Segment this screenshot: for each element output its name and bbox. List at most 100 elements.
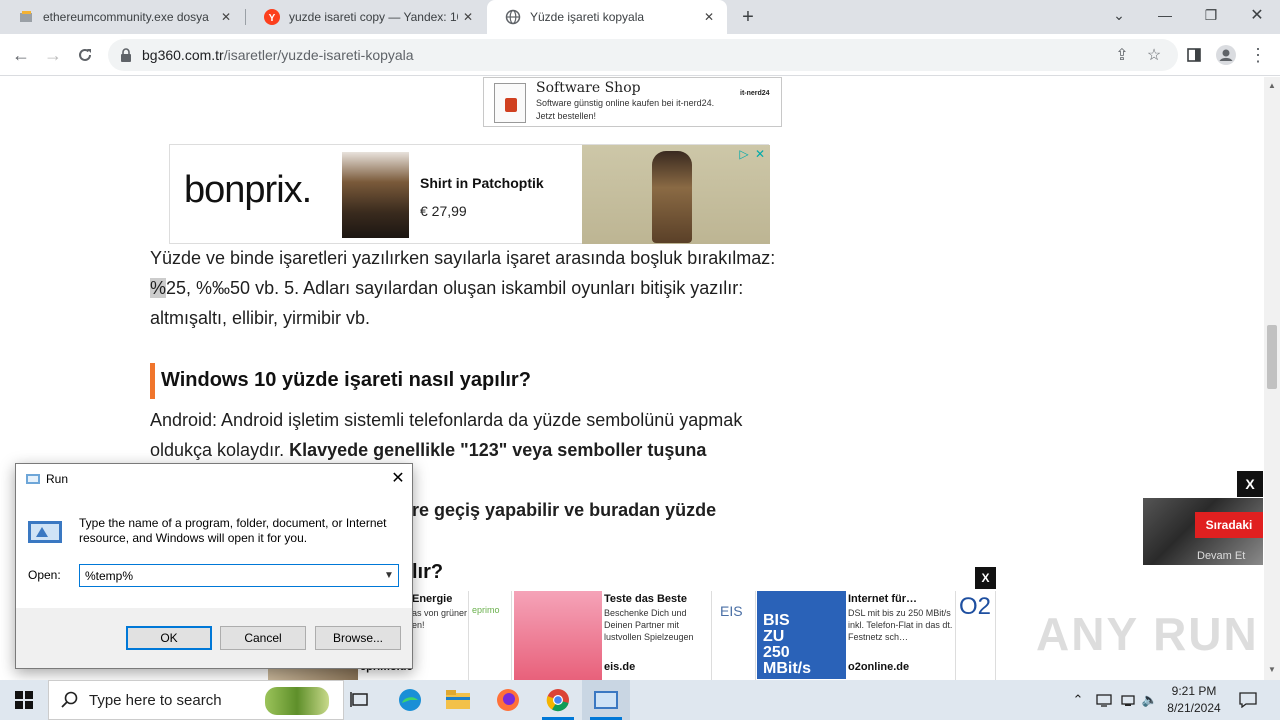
ad-o2-logo[interactable]: O2 bbox=[955, 591, 996, 680]
svg-text:Y: Y bbox=[269, 13, 276, 24]
address-bar[interactable]: bg360.com.tr/isaretler/yuzde-isareti-kop… bbox=[108, 39, 1178, 71]
video-player[interactable]: Sıradaki Devam Et bbox=[1143, 498, 1263, 565]
restore-button[interactable]: ❐ bbox=[1188, 0, 1234, 30]
task-view-button[interactable] bbox=[336, 680, 384, 720]
search-highlight-image bbox=[265, 687, 329, 715]
ad-bonprix[interactable]: bonprix. Shirt in Patchoptik € 27,99 ▷ ✕ bbox=[169, 144, 770, 244]
file-explorer-button[interactable] bbox=[434, 680, 482, 720]
run-title: Run bbox=[46, 472, 69, 486]
chrome-button[interactable] bbox=[534, 680, 582, 720]
bookmark-star-icon[interactable]: ☆ bbox=[1144, 45, 1164, 65]
minimize-button[interactable]: — bbox=[1142, 0, 1188, 30]
chrome-icon bbox=[546, 689, 569, 712]
firefox-icon bbox=[497, 689, 519, 711]
eis-logo: EIS bbox=[720, 603, 743, 619]
back-button[interactable]: ← bbox=[6, 40, 36, 70]
browser-toolbar: ← → bg360.com.tr/isaretler/yuzde-isareti… bbox=[0, 34, 1280, 76]
taskbar-search[interactable]: Type here to search bbox=[48, 680, 344, 720]
new-tab-button[interactable]: + bbox=[736, 5, 760, 29]
ok-button[interactable]: OK bbox=[126, 626, 212, 650]
open-input[interactable] bbox=[79, 564, 399, 587]
clock-time: 9:21 PM bbox=[1171, 684, 1217, 698]
open-label: Open: bbox=[28, 568, 61, 582]
close-tab-icon[interactable]: ✕ bbox=[458, 7, 478, 27]
profile-avatar-icon[interactable] bbox=[1213, 42, 1239, 68]
ad-image: BIS ZU 250 MBit/s bbox=[757, 591, 846, 679]
cancel-button[interactable]: Cancel bbox=[220, 626, 306, 650]
next-video-label: Sıradaki bbox=[1195, 512, 1263, 538]
ad-text: as von grüner en! bbox=[412, 608, 468, 630]
run-app-icon bbox=[26, 474, 40, 484]
section-heading-partial: lır? bbox=[412, 561, 444, 583]
bonprix-logo: bonprix. bbox=[184, 169, 312, 211]
continue-label: Devam Et bbox=[1197, 550, 1246, 562]
dropdown-arrow-icon[interactable]: ▼ bbox=[380, 565, 398, 586]
ad-image bbox=[514, 591, 602, 680]
close-window-button[interactable]: ✕ bbox=[1234, 0, 1280, 30]
software-box-image bbox=[494, 83, 526, 123]
paragraph-text: 25, %‰50 vb. 5. Adları sayılardan oluşan… bbox=[150, 278, 744, 328]
paragraph-text: Yüzde ve binde işaretleri yazılırken say… bbox=[150, 248, 776, 268]
ad-logo: it-nerd24 bbox=[740, 90, 770, 97]
url-host: bg360.com.tr bbox=[142, 47, 224, 63]
bottom-ad-close-button[interactable]: X bbox=[975, 567, 996, 589]
task-view-icon bbox=[350, 692, 368, 707]
side-panel-icon[interactable] bbox=[1181, 42, 1207, 68]
ad-o2[interactable]: BIS ZU 250 MBit/s Internet für… DSL mit … bbox=[755, 591, 955, 680]
notifications-icon[interactable] bbox=[1234, 680, 1262, 720]
tab-search-icon[interactable]: ⌄ bbox=[1096, 0, 1142, 30]
windows-icon bbox=[15, 691, 33, 709]
clock[interactable]: 9:21 PM 8/21/2024 bbox=[1158, 683, 1230, 717]
ad-eprimo-logo[interactable]: eprimo bbox=[468, 591, 510, 680]
menu-kebab-icon[interactable]: ⋮ bbox=[1245, 42, 1271, 68]
reload-icon bbox=[79, 48, 91, 61]
ad-close-icon[interactable]: ✕ bbox=[753, 147, 767, 161]
network-icon[interactable] bbox=[1116, 680, 1140, 720]
ad-title: Internet für… bbox=[848, 593, 918, 605]
scroll-down-icon[interactable]: ▼ bbox=[1268, 665, 1276, 674]
ad-text: Software günstig online kaufen bei it-ne… bbox=[536, 98, 715, 121]
tab-ethereumcommunity[interactable]: ethereumcommunity.exe dosya ✕ bbox=[0, 0, 244, 34]
run-icon bbox=[594, 691, 618, 709]
run-large-icon bbox=[28, 521, 62, 543]
highlighted-percent: % bbox=[150, 278, 167, 298]
reload-button[interactable] bbox=[70, 40, 100, 70]
product-title: Shirt in Patchoptik bbox=[420, 175, 544, 191]
scroll-up-icon[interactable]: ▲ bbox=[1268, 81, 1276, 90]
close-tab-icon[interactable]: ✕ bbox=[216, 7, 236, 27]
ad-title: Software Shop bbox=[536, 80, 641, 96]
ad-domain: eis.de bbox=[604, 661, 636, 673]
run-description: Type the name of a program, folder, docu… bbox=[79, 516, 387, 545]
folder-icon bbox=[446, 690, 470, 709]
firefox-button[interactable] bbox=[484, 680, 532, 720]
start-button[interactable] bbox=[0, 680, 48, 720]
video-close-button[interactable]: X bbox=[1237, 471, 1263, 497]
ad-software-shop[interactable]: Software Shop Software günstig online ka… bbox=[483, 77, 782, 127]
scroll-thumb[interactable] bbox=[1267, 325, 1277, 389]
ad-text: DSL mit bis zu 250 MBit/s inkl. Telefon-… bbox=[848, 608, 953, 642]
product-image bbox=[342, 152, 409, 238]
adchoices-icon[interactable]: ▷ bbox=[737, 147, 751, 161]
run-titlebar[interactable]: Run ✕ bbox=[16, 464, 412, 494]
tab-yandex[interactable]: Y yuzde isareti copy — Yandex: 10 ✕ bbox=[246, 0, 486, 34]
volume-icon[interactable]: 🔈 bbox=[1140, 680, 1160, 720]
forward-button[interactable]: → bbox=[38, 40, 68, 70]
run-close-button[interactable]: ✕ bbox=[388, 468, 408, 488]
ad-text: Beschenke Dich und Deinen Partner mit lu… bbox=[604, 608, 694, 642]
tray-overflow-icon[interactable]: ⌃ bbox=[1068, 680, 1088, 720]
page-scrollbar[interactable]: ▲ ▼ bbox=[1264, 77, 1280, 680]
ad-eis[interactable]: Teste das Beste Beschenke Dich und Deine… bbox=[511, 591, 711, 680]
tab-yuzde-isareti[interactable]: Yüzde işareti kopyala ✕ bbox=[487, 0, 727, 34]
tab-strip: ethereumcommunity.exe dosya ✕ Y yuzde is… bbox=[0, 0, 1280, 34]
ad-title: Teste das Beste bbox=[604, 593, 687, 605]
run-taskbar-button[interactable] bbox=[582, 680, 630, 720]
ad-domain: o2online.de bbox=[848, 661, 910, 673]
network-status-icon[interactable] bbox=[1092, 680, 1116, 720]
ad-eis-logo[interactable]: EIS bbox=[711, 591, 755, 680]
share-icon[interactable]: ⇪ bbox=[1112, 45, 1132, 65]
browse-button[interactable]: Browse... bbox=[315, 626, 401, 650]
run-dialog: Run ✕ Type the name of a program, folder… bbox=[15, 463, 413, 669]
edge-button[interactable] bbox=[386, 680, 434, 720]
clock-date: 8/21/2024 bbox=[1167, 701, 1221, 715]
close-tab-icon[interactable]: ✕ bbox=[699, 7, 719, 27]
